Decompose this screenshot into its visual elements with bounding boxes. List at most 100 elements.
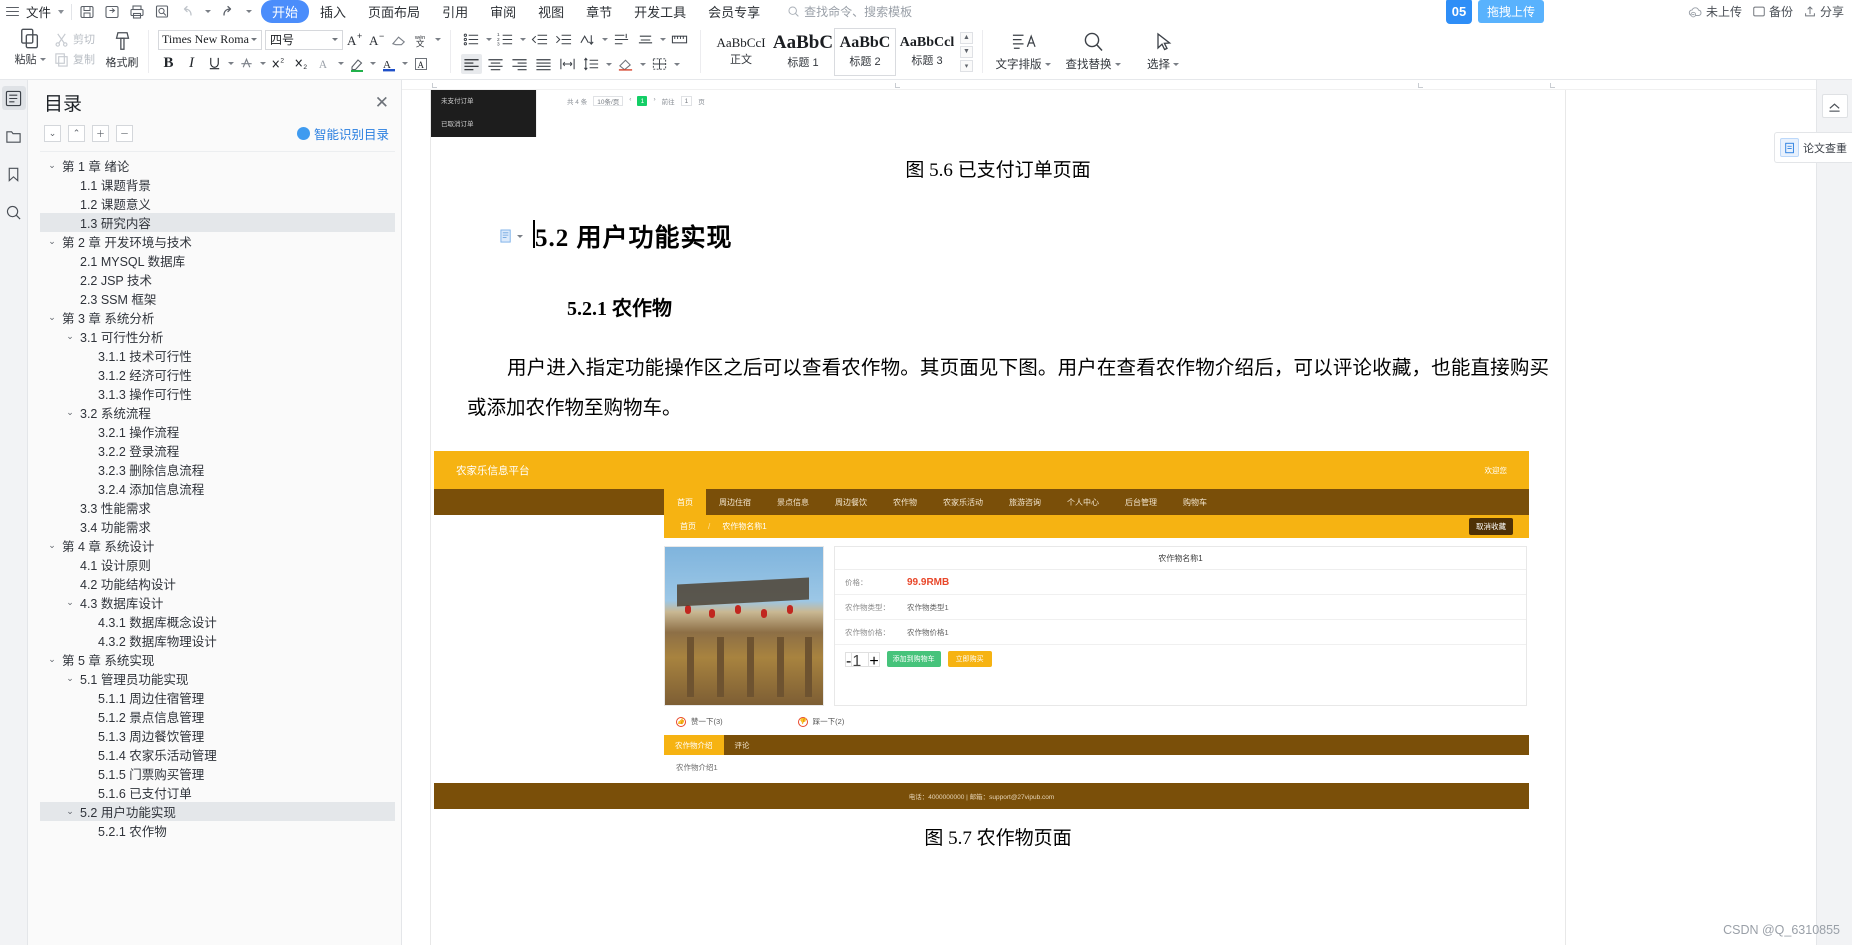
chevron-down-icon[interactable] xyxy=(606,62,612,66)
outline-item[interactable]: ⌄3.2.4 添加信息流程 xyxy=(40,479,395,498)
outline-item[interactable]: ⌄1.2 课题意义 xyxy=(40,194,395,213)
find-replace-button[interactable]: 查找替换 xyxy=(1058,24,1128,79)
app-menu-button[interactable]: 文件 xyxy=(0,2,65,21)
chevron-down-icon[interactable] xyxy=(486,37,492,41)
distribute-button[interactable] xyxy=(557,54,578,74)
chevron-down-icon[interactable]: ⌄ xyxy=(46,654,58,665)
font-family-select[interactable]: Times New Roma xyxy=(158,29,262,50)
outline-item[interactable]: ⌄5.2.1 农作物 xyxy=(40,821,395,840)
command-search[interactable]: 查找命令、搜索模板 xyxy=(787,3,912,20)
outline-item[interactable]: ⌄3.3 性能需求 xyxy=(40,498,395,517)
tab-review[interactable]: 审阅 xyxy=(479,0,527,23)
chevron-down-icon[interactable] xyxy=(402,62,408,65)
bookmark-panel-button[interactable] xyxy=(2,162,26,186)
align-center-button[interactable] xyxy=(485,54,506,74)
outline-collapse-up-button[interactable]: ⌃ xyxy=(68,125,85,142)
cloud-status[interactable]: 未上传 xyxy=(1688,3,1742,20)
outline-item[interactable]: ⌄3.2.1 操作流程 xyxy=(40,422,395,441)
outline-item[interactable]: ⌄4.3.2 数据库物理设计 xyxy=(40,631,395,650)
style-heading2[interactable]: AaBbC 标题 2 xyxy=(834,27,896,76)
thumbnail-panel-button[interactable] xyxy=(2,124,26,148)
save-icon[interactable] xyxy=(79,4,95,20)
outline-item[interactable]: ⌄3.1.1 技术可行性 xyxy=(40,346,395,365)
share-button[interactable]: 分享 xyxy=(1803,3,1844,20)
tab-page-layout[interactable]: 页面布局 xyxy=(357,0,431,23)
ruler-button[interactable] xyxy=(669,29,690,49)
sort-button[interactable] xyxy=(577,29,598,49)
highlight-color-button[interactable] xyxy=(346,54,367,74)
outline-item[interactable]: ⌄5.1.3 周边餐饮管理 xyxy=(40,726,395,745)
align-left-button[interactable] xyxy=(461,54,482,74)
outline-item[interactable]: ⌄ 第 4 章 系统设计 xyxy=(40,536,395,555)
bold-button[interactable]: B xyxy=(158,54,179,74)
tab-dev-tools[interactable]: 开发工具 xyxy=(623,0,697,23)
align-justify-button[interactable] xyxy=(533,54,554,74)
subscript-button[interactable]: 2 xyxy=(291,54,312,74)
outline-item[interactable]: ⌄5.1.5 门票购买管理 xyxy=(40,764,395,783)
text-layout-button[interactable]: 文字排版 xyxy=(988,24,1058,79)
show-marks-button[interactable] xyxy=(635,29,656,49)
outline-item[interactable]: ⌄ 3.1 可行性分析 xyxy=(40,327,395,346)
select-button[interactable]: 选择 xyxy=(1128,24,1198,79)
chevron-down-icon[interactable]: ⌄ xyxy=(46,160,58,171)
backup-button[interactable]: 备份 xyxy=(1752,3,1793,20)
increase-indent-button[interactable] xyxy=(553,29,574,49)
outline-item[interactable]: ⌄5.1.4 农家乐活动管理 xyxy=(40,745,395,764)
outline-collapse-all-button[interactable]: － xyxy=(116,125,133,142)
copy-button[interactable]: 复制 xyxy=(54,51,95,67)
text-effects-button[interactable]: A xyxy=(314,54,335,74)
chevron-down-icon[interactable]: ⌄ xyxy=(46,236,58,247)
save-as-icon[interactable] xyxy=(104,4,120,20)
text-border-button[interactable]: A xyxy=(410,54,431,74)
chevron-down-icon[interactable] xyxy=(602,37,608,41)
outline-item[interactable]: ⌄ 第 5 章 系统实现 xyxy=(40,650,395,669)
undo-icon[interactable] xyxy=(179,4,195,20)
chevron-down-icon[interactable] xyxy=(338,62,344,65)
strikethrough-button[interactable] xyxy=(236,54,257,74)
chevron-down-icon[interactable] xyxy=(520,37,526,41)
print-icon[interactable] xyxy=(129,4,145,20)
clear-format-button[interactable] xyxy=(390,30,409,49)
outline-item[interactable]: ⌄2.1 MYSQL 数据库 xyxy=(40,251,395,270)
chevron-down-icon[interactable] xyxy=(674,62,680,66)
outline-item[interactable]: ⌄3.2.2 登录流程 xyxy=(40,441,395,460)
outline-item[interactable]: ⌄1.1 课题背景 xyxy=(40,175,395,194)
outline-item[interactable]: ⌄4.2 功能结构设计 xyxy=(40,574,395,593)
outline-item[interactable]: ⌄ 5.2 用户功能实现 xyxy=(40,802,395,821)
outline-item[interactable]: ⌄3.1.3 操作可行性 xyxy=(40,384,395,403)
chevron-down-icon[interactable] xyxy=(370,62,376,65)
chevron-down-icon[interactable] xyxy=(660,37,666,41)
chevron-down-icon[interactable]: ⌄ xyxy=(64,331,76,342)
outline-item[interactable]: ⌄3.1.2 经济可行性 xyxy=(40,365,395,384)
numbered-list-button[interactable]: 123 xyxy=(495,29,516,49)
outline-item[interactable]: ⌄ 5.1 管理员功能实现 xyxy=(40,669,395,688)
thesis-check-chip[interactable]: 论文查重 xyxy=(1774,132,1852,163)
outline-expand-all-button[interactable]: ＋ xyxy=(92,125,109,142)
smart-outline-button[interactable]: 智能识别目录 xyxy=(296,124,389,143)
tab-view[interactable]: 视图 xyxy=(527,0,575,23)
outline-item[interactable]: ⌄2.3 SSM 框架 xyxy=(40,289,395,308)
outline-item[interactable]: ⌄ 第 1 章 绪论 xyxy=(40,156,395,175)
tab-start[interactable]: 开始 xyxy=(261,0,310,23)
align-right-button[interactable] xyxy=(509,54,530,74)
chevron-down-icon[interactable]: ⌄ xyxy=(64,673,76,684)
undo-dropdown-icon[interactable] xyxy=(205,10,212,13)
redo-icon[interactable] xyxy=(220,4,236,20)
document-canvas[interactable]: 未支付订单 已取消订单 共 4 条 10条/页 ‹ 1 › 前往 1 页 图 5… xyxy=(402,80,1816,945)
tab-insert[interactable]: 插入 xyxy=(309,0,357,23)
outline-item[interactable]: ⌄2.2 JSP 技术 xyxy=(40,270,395,289)
chevron-down-icon[interactable] xyxy=(640,62,646,66)
style-heading1[interactable]: AaBbC 标题 1 xyxy=(772,28,834,76)
styles-expand-button[interactable]: ▾ xyxy=(960,59,973,72)
chevron-down-icon[interactable] xyxy=(260,62,266,65)
bullet-list-button[interactable] xyxy=(461,29,482,49)
search-panel-button[interactable] xyxy=(2,200,26,224)
chevron-down-icon[interactable]: ⌄ xyxy=(64,806,76,817)
collapse-panel-button[interactable] xyxy=(1821,94,1848,118)
increase-font-size-button[interactable]: A + xyxy=(346,30,365,49)
outline-item[interactable]: ⌄5.1.1 周边住宿管理 xyxy=(40,688,395,707)
underline-button[interactable] xyxy=(204,54,225,74)
style-normal[interactable]: AaBbCcI 正文 xyxy=(710,28,772,76)
outline-panel-toggle[interactable] xyxy=(1,86,26,110)
font-size-select[interactable]: 四号 xyxy=(265,29,343,50)
